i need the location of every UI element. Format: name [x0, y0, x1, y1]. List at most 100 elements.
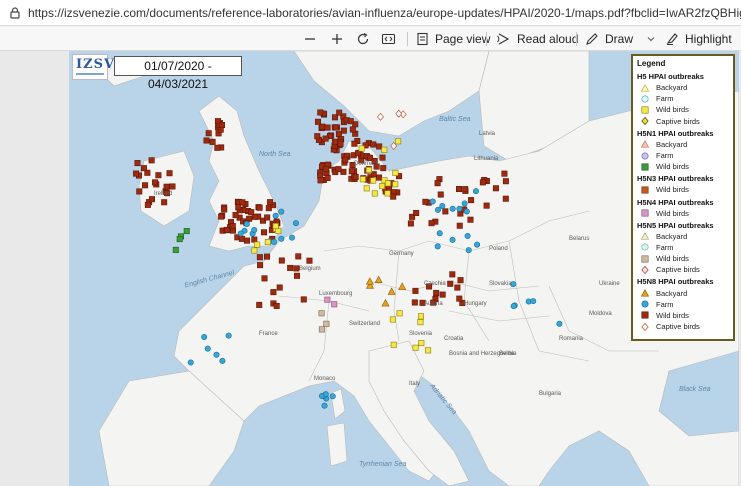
- page-view-icon: [417, 32, 428, 45]
- outbreak-marker: [462, 186, 469, 193]
- outbreak-marker: [257, 262, 264, 269]
- outbreak-marker: [389, 316, 396, 323]
- outbreak-marker: [295, 253, 302, 260]
- outbreak-marker: [218, 213, 225, 220]
- triangle-icon: [637, 83, 653, 92]
- legend-item: Backyard: [637, 287, 729, 298]
- legend-item: Wild birds: [637, 310, 729, 321]
- outbreak-marker: [134, 160, 141, 167]
- legend-group-title: H5 HPAI outbreaks: [637, 72, 704, 81]
- outbreak-marker: [395, 138, 402, 145]
- highlight-button[interactable]: Highlight: [665, 26, 732, 51]
- url-text[interactable]: https://izsvenezie.com/documents/referen…: [28, 6, 741, 20]
- outbreak-marker: [348, 168, 355, 175]
- highlighter-icon: [666, 32, 678, 45]
- outbreak-marker: [205, 130, 212, 137]
- outbreak-marker: [261, 275, 268, 282]
- outbreak-marker: [437, 191, 444, 198]
- legend-item-label: Wild birds: [656, 208, 689, 218]
- outbreak-marker: [142, 182, 149, 189]
- outbreak-marker: [148, 157, 155, 164]
- outbreak-marker: [201, 333, 208, 340]
- outbreak-marker: [434, 180, 441, 187]
- legend-item-label: Wild birds: [656, 254, 689, 264]
- outbreak-marker: [232, 212, 239, 219]
- country-label: Monaco: [314, 376, 336, 382]
- legend-item-label: Captive birds: [656, 265, 700, 275]
- outbreak-marker: [318, 310, 325, 317]
- outbreak-marker: [218, 121, 225, 128]
- legend-item: Wild birds: [637, 253, 729, 264]
- toolbar-separator: [486, 32, 487, 46]
- outbreak-marker: [425, 347, 432, 354]
- legend-item-label: Farm: [656, 242, 674, 252]
- country-label: Bosnia and Herzegovina: [449, 351, 515, 357]
- outbreak-marker: [456, 222, 463, 229]
- outbreak-marker: [261, 229, 268, 236]
- outbreak-marker: [251, 236, 258, 243]
- outbreak-marker: [436, 230, 443, 237]
- outbreak-marker: [187, 359, 194, 366]
- legend-item-label: Captive birds: [656, 116, 700, 126]
- toolbar-separator: [576, 32, 577, 46]
- lock-icon: [10, 6, 20, 19]
- outbreak-marker: [251, 247, 258, 254]
- outbreak-marker: [294, 272, 301, 279]
- legend-item: Farm: [637, 242, 729, 253]
- document-viewport[interactable]: IZSV 01/07/2020 - 04/03/2021 North Sea E…: [0, 51, 741, 486]
- draw-button[interactable]: Draw: [585, 26, 655, 51]
- outbreak-marker: [332, 124, 339, 131]
- square-icon: [637, 163, 653, 171]
- outbreak-marker: [321, 402, 328, 409]
- outbreak-marker: [272, 212, 279, 219]
- outbreak-marker: [264, 253, 271, 260]
- outbreak-marker: [530, 298, 537, 305]
- outbreak-marker: [272, 223, 279, 230]
- legend-item: Backyard: [637, 139, 729, 150]
- map-page: IZSV 01/07/2020 - 04/03/2021 North Sea E…: [69, 51, 739, 486]
- outbreak-marker: [264, 214, 271, 221]
- country-label: Lithuania: [474, 156, 499, 162]
- address-bar[interactable]: https://izsvenezie.com/documents/referen…: [0, 0, 741, 26]
- rotate-button[interactable]: [356, 26, 370, 51]
- outbreak-marker: [442, 208, 449, 215]
- zoom-in-button[interactable]: [330, 26, 344, 51]
- legend-item: Farm: [637, 150, 729, 161]
- legend-item: Farm: [637, 299, 729, 310]
- outbreak-marker: [454, 284, 461, 291]
- sea-label: Black Sea: [679, 386, 711, 393]
- outbreak-marker: [472, 188, 479, 195]
- outbreak-marker: [317, 177, 324, 184]
- outbreak-marker: [169, 183, 176, 190]
- country-label: Moldova: [589, 311, 612, 317]
- read-aloud-button[interactable]: Read aloud: [496, 26, 578, 51]
- outbreak-marker: [264, 239, 271, 246]
- outbreak-marker: [433, 289, 440, 296]
- outbreak-marker: [456, 205, 463, 212]
- diamond-icon: [637, 117, 653, 126]
- country-label: Latvia: [479, 131, 496, 137]
- outbreak-marker: [359, 176, 366, 183]
- outbreak-marker: [273, 302, 280, 309]
- page-view-button[interactable]: Page view: [416, 26, 490, 51]
- country-label: Switzerland: [349, 321, 381, 327]
- outbreak-marker: [267, 199, 274, 206]
- outbreak-marker: [219, 357, 226, 364]
- zoom-out-button[interactable]: [303, 26, 317, 51]
- square-icon: [637, 186, 653, 194]
- fit-page-button[interactable]: [381, 26, 396, 51]
- logo-underline: [76, 73, 104, 75]
- country-label: Czechia: [424, 281, 446, 287]
- fit-page-icon: [381, 33, 396, 44]
- outbreak-marker: [203, 137, 210, 144]
- legend-title: Legend: [637, 59, 666, 68]
- outbreak-marker: [224, 226, 231, 233]
- legend-item-label: Captive birds: [656, 322, 700, 332]
- circle-icon: [637, 300, 653, 308]
- outbreak-marker: [133, 170, 140, 177]
- outbreak-marker: [322, 391, 329, 398]
- legend-item: Wild birds: [637, 161, 729, 172]
- minus-icon: [305, 37, 315, 40]
- legend-group-title: H5N5 HPAI outbreaks: [637, 220, 714, 230]
- legend-item-label: Backyard: [656, 139, 688, 149]
